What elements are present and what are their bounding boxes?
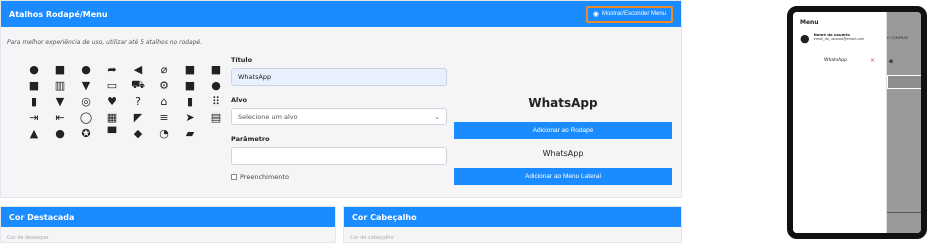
- heart-icon[interactable]: ♥: [99, 93, 125, 109]
- preview-title: WhatsApp: [528, 96, 598, 110]
- store-icon[interactable]: ▀: [99, 125, 125, 141]
- user-profile: ● Nome do usuário email_do_usuario@email…: [800, 32, 879, 45]
- paperclip-icon[interactable]: ⌀: [151, 61, 177, 77]
- ticket-icon[interactable]: ◆: [125, 125, 151, 141]
- target-select-value: Selecione um alvo: [238, 112, 298, 121]
- lock-bag-icon[interactable]: ■: [21, 77, 47, 93]
- side-menu: Menu ● Nome do usuário email_do_usuario@…: [793, 12, 887, 233]
- user-circle-icon[interactable]: ●: [47, 125, 73, 141]
- user-email: email_do_usuario@email.com: [813, 37, 865, 41]
- header-hint: Cor de cabeçalho: [350, 235, 394, 241]
- toggle-menu-label: Mostrar/Esconder Menu: [601, 11, 666, 17]
- compass-icon[interactable]: ●: [203, 77, 229, 93]
- fill-checkbox-row[interactable]: Preenchimento: [231, 173, 451, 181]
- menu-item-label: WhatsApp: [824, 58, 847, 63]
- chevron-down-icon: ⌄: [434, 112, 440, 121]
- highlight-card-header: Cor Destacada: [1, 207, 335, 227]
- icon-picker-grid: ● ■ ● ➦ ◀ ⌀ ■ ■ ■ ▥ ▼ ▭ ⛟ ⚙ ■ ● ▮ ▼ ◎ ♥? ⌂ ▮ ⠿ ⇥ ⇤ ◯ ▦ ◤ ≡ ➤ ▤ ▲ ● ✪ ▀ ◆ ◔ ▰: [21, 61, 226, 141]
- header-card-header: Cor Cabeçalho: [344, 207, 681, 227]
- phone-bg-text: E COMPRAS: [887, 36, 909, 40]
- barcode-icon[interactable]: ▥: [47, 77, 73, 93]
- fill-checkbox-label: Preenchimento: [240, 173, 289, 181]
- param-input[interactable]: [231, 147, 447, 165]
- fingerprint-icon[interactable]: ◎: [73, 93, 99, 109]
- square-icon[interactable]: ■: [177, 77, 203, 93]
- title-label: Título: [231, 56, 253, 64]
- settings-gear-icon[interactable]: ⚙: [151, 77, 177, 93]
- page: Atalhos Rodapé/Menu ◉ Mostrar/Esconder M…: [0, 0, 930, 243]
- menu-bars-icon[interactable]: ≡: [151, 109, 177, 125]
- shortcuts-card: Atalhos Rodapé/Menu ◉ Mostrar/Esconder M…: [0, 0, 682, 198]
- target-select[interactable]: Selecione um alvo ⌄: [231, 108, 447, 125]
- sign-out-icon[interactable]: ⇤: [47, 109, 73, 125]
- header-color-card: Cor Cabeçalho Cor de cabeçalho: [343, 206, 682, 243]
- remove-icon[interactable]: ×: [870, 57, 875, 64]
- shortcut-preview: WhatsApp Adicionar ao Rodapé WhatsApp Ad…: [454, 96, 672, 185]
- sign-in-icon[interactable]: ⇥: [21, 109, 47, 125]
- fill-checkbox[interactable]: [231, 174, 237, 180]
- file-icon[interactable]: ▮: [21, 93, 47, 109]
- paper-plane-icon[interactable]: ➤: [177, 109, 203, 125]
- info-circle-icon[interactable]: ●: [73, 61, 99, 77]
- menu-item-whatsapp[interactable]: WhatsApp ×: [800, 55, 879, 66]
- eye-icon: ◉: [592, 11, 599, 18]
- mobile-icon[interactable]: ▮: [177, 93, 203, 109]
- reply-icon[interactable]: ◀: [125, 61, 151, 77]
- title-input[interactable]: WhatsApp: [231, 68, 447, 86]
- phone-background-page: [887, 12, 921, 233]
- share-icon[interactable]: ➦: [99, 61, 125, 77]
- shortcut-form: Título WhatsApp Alvo Selecione um alvo ⌄…: [231, 56, 451, 181]
- basket-icon[interactable]: ▼: [73, 77, 99, 93]
- highlight-card-title: Cor Destacada: [9, 212, 75, 222]
- phone-bg-input: [887, 75, 921, 89]
- toggle-menu-button[interactable]: ◉ Mostrar/Esconder Menu: [585, 5, 673, 23]
- param-label: Parâmetro: [231, 135, 270, 143]
- header-card-title: Cor Cabeçalho: [352, 212, 417, 222]
- target-label: Alvo: [231, 96, 247, 104]
- phone-bg-heading: e: [889, 58, 894, 65]
- newspaper-icon[interactable]: ▤: [203, 109, 229, 125]
- dot-circle-icon[interactable]: ●: [21, 61, 47, 77]
- user-avatar-icon: ●: [800, 32, 810, 45]
- side-menu-title: Menu: [800, 19, 819, 26]
- card-title: Atalhos Rodapé/Menu: [9, 9, 108, 19]
- award-icon[interactable]: ✪: [73, 125, 99, 141]
- grid-icon[interactable]: ⠿: [203, 93, 229, 109]
- phone-preview: E COMPRAS e Menu ● Nome do usuário email…: [787, 6, 927, 239]
- cart-icon[interactable]: ⛟: [125, 77, 151, 93]
- megaphone-icon[interactable]: ◤: [125, 109, 151, 125]
- add-footer-button[interactable]: Adicionar ao Rodapé: [454, 122, 672, 139]
- question-icon[interactable]: ?: [125, 93, 151, 109]
- preview-text: WhatsApp: [542, 149, 584, 158]
- basket-full-icon[interactable]: ▼: [47, 93, 73, 109]
- briefcase-icon[interactable]: ■: [47, 61, 73, 77]
- home-icon[interactable]: ⌂: [151, 93, 177, 109]
- add-menu-button[interactable]: Adicionar ao Menu Lateral: [454, 168, 672, 185]
- map-icon[interactable]: ▦: [99, 109, 125, 125]
- bag-check-icon[interactable]: ■: [203, 61, 229, 77]
- wallet-icon[interactable]: ▰: [177, 125, 203, 141]
- shopping-bag-icon[interactable]: ■: [177, 61, 203, 77]
- clock-icon[interactable]: ◔: [151, 125, 177, 141]
- highlight-color-card: Cor Destacada Cor de destaque: [0, 206, 336, 243]
- card-icon[interactable]: ▭: [99, 77, 125, 93]
- phone-bg-divider: [887, 212, 921, 213]
- shortcuts-card-header: Atalhos Rodapé/Menu ◉ Mostrar/Esconder M…: [1, 1, 681, 27]
- user-icon[interactable]: ▲: [21, 125, 47, 141]
- highlight-hint: Cor de destaque: [7, 235, 49, 241]
- whatsapp-icon[interactable]: ◯: [73, 109, 99, 125]
- usage-hint: Para melhor experiência de uso, utilizar…: [7, 39, 203, 46]
